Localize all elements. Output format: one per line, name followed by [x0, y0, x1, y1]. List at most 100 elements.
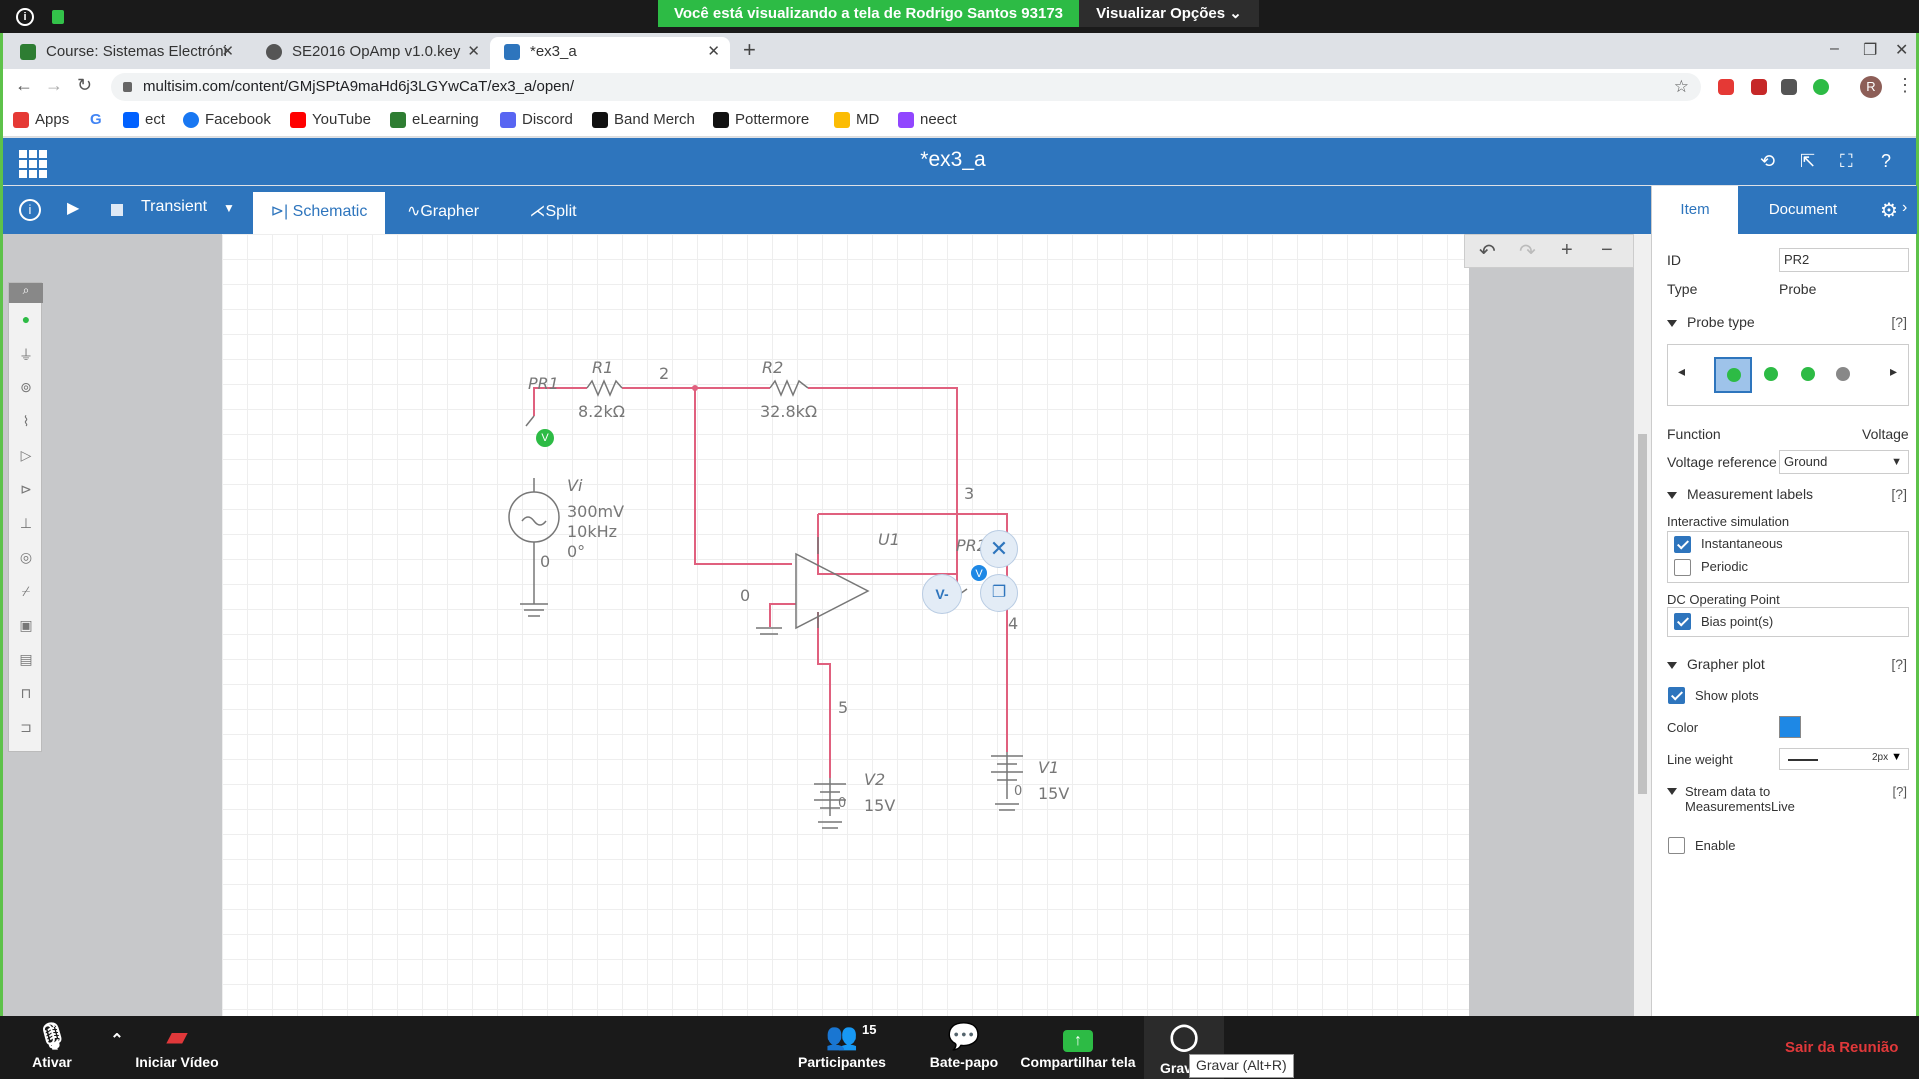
meter-icon[interactable]: ◎: [15, 549, 37, 567]
apps-grid-icon[interactable]: [19, 150, 47, 178]
gear-icon[interactable]: ⚙: [1880, 198, 1898, 223]
scroll-thumb[interactable]: [1638, 434, 1647, 794]
close-icon[interactable]: ✕: [221, 37, 234, 67]
tab-item[interactable]: Item: [1652, 186, 1738, 234]
mixed-icon[interactable]: ▤: [15, 651, 37, 669]
chevron-right-icon[interactable]: ▸: [1890, 363, 1897, 380]
switch-icon[interactable]: ⌿: [15, 583, 37, 601]
extension-icon[interactable]: [1813, 79, 1829, 95]
source-icon[interactable]: ⊚: [15, 379, 37, 397]
leave-meeting-button[interactable]: Sair da Reunião: [1785, 1039, 1898, 1056]
opamp-icon[interactable]: ▷: [15, 447, 37, 465]
bookmark-facebook[interactable]: Facebook: [183, 111, 271, 128]
measurement-labels-section[interactable]: Measurement labels [?]: [1667, 486, 1907, 502]
probe-icon[interactable]: ●: [15, 311, 37, 329]
probe-pr1[interactable]: V: [536, 429, 554, 447]
extension-icon[interactable]: [1751, 79, 1767, 95]
bookmark-md[interactable]: MD: [834, 111, 879, 128]
extension-icon[interactable]: [1718, 79, 1734, 95]
undo-icon[interactable]: ↶: [1479, 239, 1496, 264]
url-field[interactable]: multisim.com/content/GMjSPtA9maHd6j3LGYw…: [111, 73, 1701, 101]
vertical-scrollbar[interactable]: [1634, 234, 1651, 1016]
menu-icon[interactable]: ⋮: [1896, 75, 1914, 96]
help-link[interactable]: [?]: [1891, 656, 1907, 672]
help-icon[interactable]: ?: [1881, 151, 1891, 172]
tab-keynote[interactable]: SE2016 OpAmp v1.0.key ✕: [252, 37, 490, 69]
show-plots-checkbox[interactable]: [1668, 687, 1685, 704]
forward-icon[interactable]: →: [45, 75, 63, 96]
probe-type-section[interactable]: Probe type [?]: [1667, 314, 1907, 330]
schematic-canvas[interactable]: R1 8.2kΩ R2 32.8kΩ PR1 2 Vi 300mV 10kHz …: [222, 234, 1469, 1016]
diode-icon[interactable]: ⊳: [15, 481, 37, 499]
color-swatch[interactable]: [1779, 716, 1801, 738]
share-screen-button[interactable]: ↑ Compartilhar tela: [1018, 1016, 1138, 1079]
id-field[interactable]: PR2: [1779, 248, 1909, 272]
chevron-up-icon[interactable]: ⌃: [108, 1030, 126, 1079]
zoom-out-icon[interactable]: −: [1601, 239, 1613, 262]
tab-schematic[interactable]: ⊳| Schematic: [253, 192, 385, 234]
zoom-in-icon[interactable]: +: [1561, 239, 1573, 262]
stream-section[interactable]: Stream data to MeasurementsLive [?]: [1667, 784, 1907, 814]
instantaneous-checkbox[interactable]: [1674, 536, 1691, 553]
logic-icon[interactable]: ▣: [15, 617, 37, 635]
tab-course[interactable]: Course: Sistemas Electróni ✕: [6, 37, 244, 69]
tab-grapher[interactable]: ∿Grapher: [398, 192, 488, 234]
star-icon[interactable]: ☆: [1674, 73, 1689, 101]
reload-icon[interactable]: ↻: [77, 75, 92, 96]
transistor-icon[interactable]: ⊥: [15, 515, 37, 533]
new-tab-button[interactable]: +: [743, 37, 756, 63]
chevron-down-icon[interactable]: ▼: [223, 201, 235, 215]
mute-button[interactable]: 🎙 Ativar: [20, 1016, 84, 1079]
bookmark-apps[interactable]: Apps: [13, 111, 69, 128]
start-video-button[interactable]: ▰ Iniciar Vídeo: [132, 1016, 222, 1079]
open-external-icon[interactable]: ⇱: [1800, 151, 1815, 172]
bookmark-band-merch[interactable]: Band Merch: [592, 111, 695, 128]
bookmark-elearning[interactable]: eLearning: [390, 111, 479, 128]
help-link[interactable]: [?]: [1891, 314, 1907, 330]
tab-document[interactable]: Document: [1738, 186, 1868, 234]
ground-icon[interactable]: ⏚: [15, 345, 37, 363]
redo-icon[interactable]: ↷: [1519, 239, 1536, 264]
grapher-plot-section[interactable]: Grapher plot [?]: [1667, 656, 1907, 672]
search-icon[interactable]: ⌕: [9, 283, 43, 303]
chevron-left-icon[interactable]: ◂: [1678, 363, 1685, 380]
tab-ex3a[interactable]: *ex3_a ✕: [490, 37, 730, 69]
help-link[interactable]: [?]: [1891, 486, 1907, 502]
share-icon[interactable]: ⟲: [1760, 151, 1775, 172]
run-icon[interactable]: ▶: [67, 198, 79, 218]
digital-probe-icon[interactable]: [1836, 367, 1850, 381]
enable-checkbox[interactable]: [1668, 837, 1685, 854]
info-icon[interactable]: i: [19, 199, 41, 221]
vref-select[interactable]: Ground ▼: [1779, 450, 1909, 474]
back-icon[interactable]: ←: [15, 75, 33, 96]
connector-icon[interactable]: ⊐: [15, 719, 37, 737]
close-icon[interactable]: ✕: [467, 37, 480, 67]
minimize-icon[interactable]: –: [1830, 40, 1839, 58]
extension-icon[interactable]: [1781, 79, 1797, 95]
bookmark-discord[interactable]: Discord: [500, 111, 573, 128]
bookmark-neect[interactable]: neect: [898, 111, 957, 128]
bookmark-google[interactable]: G: [90, 111, 102, 128]
analysis-mode-select[interactable]: Transient: [141, 198, 207, 216]
power-probe-icon[interactable]: [1801, 367, 1815, 381]
view-options-button[interactable]: Visualizar Opções ⌄: [1079, 0, 1259, 27]
current-probe-icon[interactable]: [1764, 367, 1778, 381]
periodic-checkbox[interactable]: [1674, 559, 1691, 576]
chat-button[interactable]: 💬 Bate-papo: [924, 1016, 1004, 1079]
stop-icon[interactable]: [111, 204, 123, 216]
close-window-icon[interactable]: ✕: [1895, 40, 1908, 60]
chevron-right-icon[interactable]: ›: [1902, 199, 1907, 217]
resistor-icon[interactable]: ⌇: [15, 413, 37, 431]
vminus-button[interactable]: V-: [922, 574, 962, 614]
bias-checkbox[interactable]: [1674, 613, 1691, 630]
tab-split[interactable]: ⋌Split: [518, 192, 588, 234]
info-icon[interactable]: i: [16, 8, 34, 26]
delete-probe-button[interactable]: ✕: [980, 530, 1018, 568]
digital-icon[interactable]: ⊓: [15, 685, 37, 703]
close-icon[interactable]: ✕: [707, 37, 720, 67]
help-link[interactable]: [?]: [1893, 784, 1907, 799]
copy-probe-button[interactable]: ❐: [980, 574, 1018, 612]
lineweight-select[interactable]: 2px ▼: [1779, 748, 1909, 770]
avatar[interactable]: R: [1860, 76, 1882, 98]
bookmark-pottermore[interactable]: Pottermore: [713, 111, 809, 128]
